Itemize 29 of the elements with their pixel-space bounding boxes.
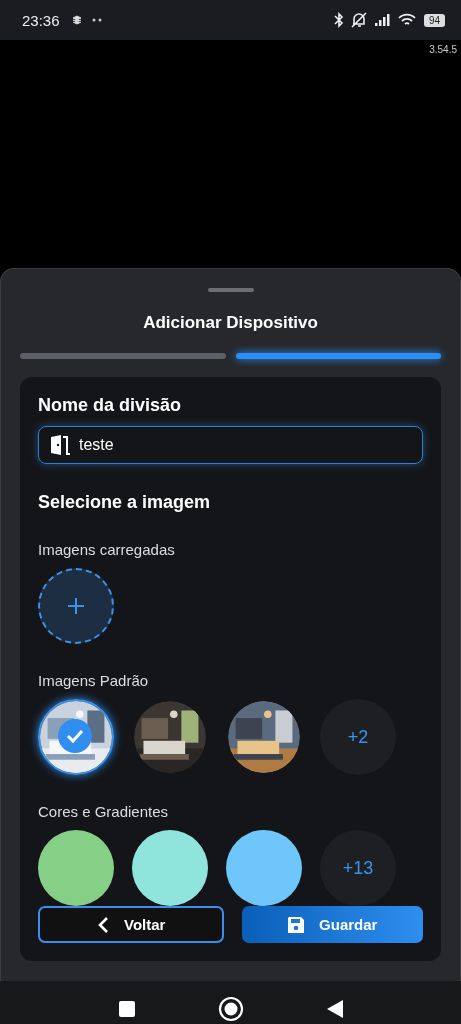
wifi-icon <box>397 13 416 27</box>
back-icon[interactable] <box>325 999 344 1019</box>
signal-icon <box>373 13 392 27</box>
clock: 23:36 <box>22 11 60 29</box>
dots-icon <box>91 18 104 22</box>
back-button[interactable]: Voltar <box>38 906 224 943</box>
field-label: Nome da divisão <box>38 395 183 416</box>
chevron-left-icon <box>96 915 111 934</box>
bluetooth-icon <box>333 12 344 28</box>
section-label: Cores e Gradientes <box>38 803 170 820</box>
section-label: Imagens carregadas <box>38 541 176 558</box>
muted-bell-icon <box>349 12 368 28</box>
plus-icon <box>67 597 85 615</box>
sheet-title: Adicionar Dispositivo <box>143 313 318 333</box>
home-icon[interactable] <box>217 996 244 1022</box>
layers-icon <box>71 15 82 25</box>
drag-handle[interactable] <box>207 288 254 292</box>
checkmark-icon <box>58 719 92 753</box>
more-images-button[interactable]: +2 <box>320 699 396 775</box>
image-option[interactable] <box>38 699 114 775</box>
version-label: 3.54.5 <box>429 44 457 55</box>
more-colors-button[interactable]: +13 <box>320 830 396 906</box>
section-label: Imagens Padrão <box>38 672 150 689</box>
door-icon <box>49 435 71 455</box>
section-heading: Selecione a imagem <box>38 492 212 513</box>
save-button[interactable]: Guardar <box>241 906 423 943</box>
recents-icon[interactable] <box>117 1000 136 1018</box>
battery-indicator: 94 <box>423 13 445 27</box>
name-field[interactable]: teste <box>38 426 423 464</box>
